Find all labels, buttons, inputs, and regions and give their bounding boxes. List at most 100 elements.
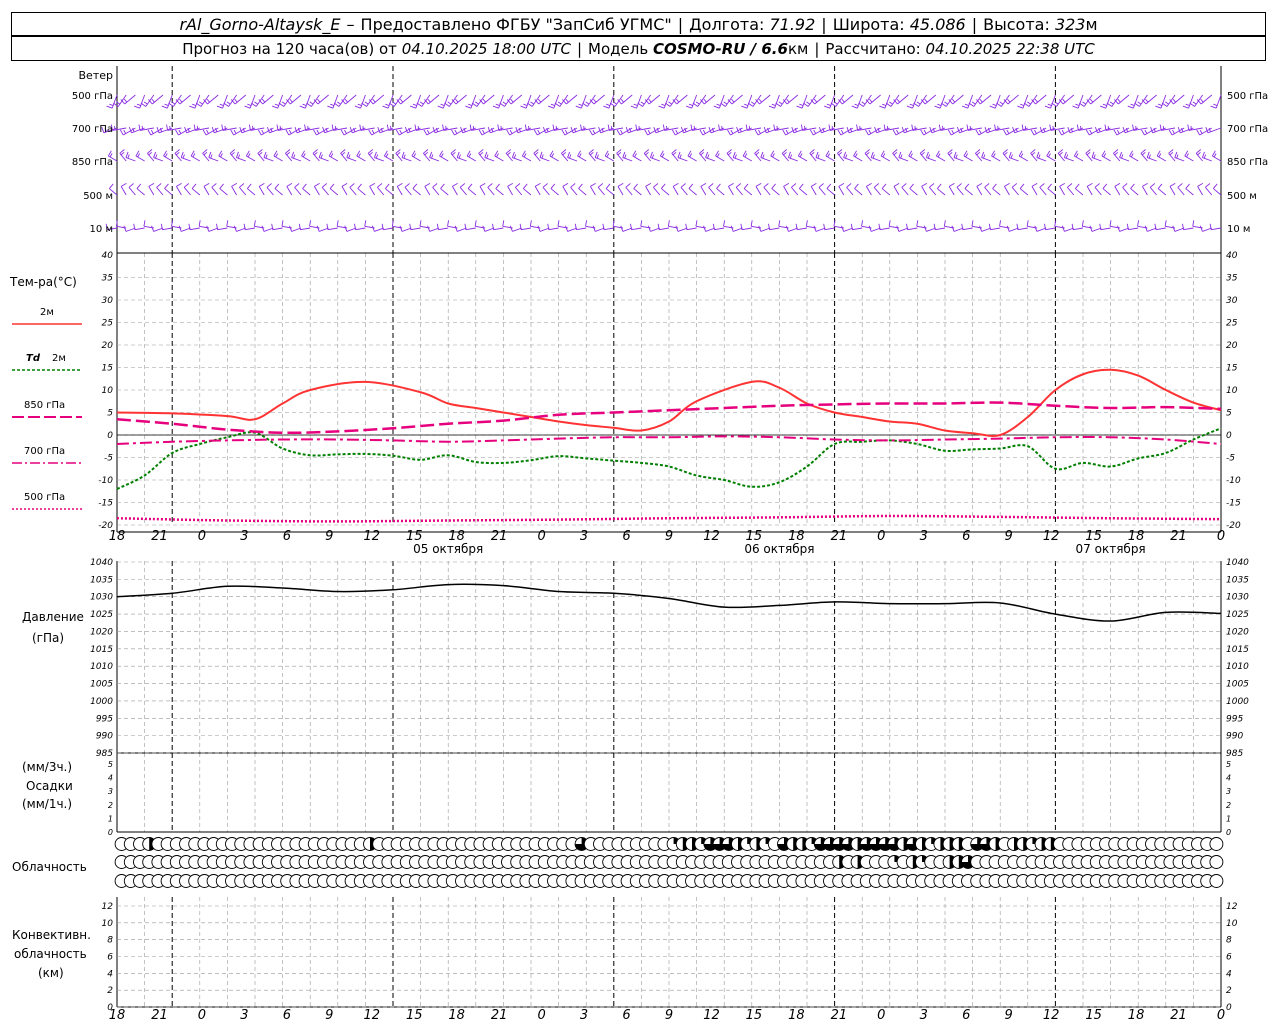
wind-barb-feather: [1192, 220, 1195, 227]
wind-barb-staff: [1091, 227, 1102, 232]
wind-barb-staff: [1059, 186, 1065, 196]
wind-barb-staff: [898, 227, 909, 232]
wind-barb: [427, 225, 440, 232]
wind-barb-feather: [925, 151, 929, 158]
wind-barb-staff: [1200, 94, 1213, 105]
wind-barb: [906, 94, 918, 109]
wind-barb-staff: [1132, 94, 1139, 109]
wind-barb-feather: [730, 129, 734, 134]
precip-unit-3h: (мм/3ч.): [22, 760, 72, 774]
wind-barb-staff: [452, 186, 458, 196]
wind-barb-feather: [424, 151, 429, 156]
wind-barb-feather: [953, 151, 957, 158]
wind-barb: [191, 183, 201, 196]
wind-barb: [838, 182, 845, 196]
wind-barb-feather: [192, 103, 197, 106]
wind-barb-feather: [741, 105, 748, 109]
wind-barb-staff: [561, 153, 569, 162]
wind-barb-feather: [713, 105, 720, 109]
conv-ytick-left: 2: [107, 986, 113, 996]
wind-barb: [1019, 183, 1029, 196]
wind-barb-staff: [1022, 94, 1029, 109]
wind-barb-feather: [337, 101, 341, 105]
wind-barb: [864, 149, 872, 162]
wind-barb: [919, 149, 927, 162]
wind-barb: [1091, 151, 1102, 162]
temp-ytick-left: 15: [102, 364, 114, 374]
wind-barb-feather: [787, 151, 791, 158]
wind-barb-staff: [984, 187, 992, 196]
title-sep-3: |: [971, 14, 978, 34]
wind-barb-staff: [948, 186, 955, 196]
wind-barb-feather: [180, 151, 184, 158]
hour-label-bottom: 6: [622, 1008, 630, 1023]
wind-barb-staff: [1002, 153, 1010, 162]
wind-barb-feather: [106, 105, 113, 109]
wind-barb: [964, 183, 973, 196]
wind-barb-feather: [817, 154, 820, 159]
wind-barb-feather: [810, 182, 817, 187]
wind-barb-staff: [487, 187, 495, 196]
wind-barb: [1130, 183, 1139, 196]
wind-barb-feather: [250, 102, 257, 107]
wind-barb-staff: [479, 186, 486, 196]
wind-barb-staff: [304, 94, 311, 109]
wind-barb-staff: [824, 227, 835, 231]
wind-barb-staff: [892, 153, 900, 162]
wind-barb-staff: [1050, 94, 1056, 109]
wind-barb: [813, 225, 826, 232]
wind-barb-staff: [981, 227, 992, 232]
wind-barb-feather: [649, 151, 653, 158]
wind-barb-staff: [1009, 227, 1019, 232]
wind-barb: [465, 94, 477, 109]
wind-barb-feather: [1116, 129, 1120, 134]
wind-barb-feather: [357, 183, 362, 189]
wind-barb-feather: [716, 153, 720, 158]
wind-barb-feather: [1122, 183, 1128, 188]
wind-barb-staff: [677, 227, 688, 232]
wind-barb-staff: [1212, 155, 1222, 162]
wind-barb-feather: [593, 98, 597, 103]
wind-barb-staff: [898, 157, 909, 162]
wind-barb-staff: [1031, 186, 1038, 196]
wind-barb: [712, 223, 725, 231]
wind-barb-staff: [467, 188, 477, 196]
wind-barb-staff: [1202, 157, 1212, 162]
wind-barb-staff: [374, 157, 384, 162]
wind-barb-staff: [771, 188, 780, 196]
wind-barb-feather: [1149, 183, 1156, 188]
wind-barb: [686, 94, 698, 109]
wind-barb-staff: [356, 155, 366, 162]
wind-barb-feather: [879, 105, 886, 109]
wind-barb-staff: [1149, 187, 1157, 196]
wind-barb: [850, 223, 863, 231]
wind-barb-feather: [447, 101, 452, 105]
wind-barb: [328, 150, 339, 162]
wind-barb: [188, 223, 200, 231]
wind-barb: [1140, 149, 1148, 162]
wind-barb-staff: [879, 227, 890, 231]
wind-barb-feather: [723, 220, 726, 227]
wind-barb-feather: [164, 183, 169, 189]
pres-ytick-left: 990: [96, 732, 113, 742]
wind-barb: [203, 182, 210, 196]
wind-barb-staff: [404, 187, 412, 196]
wind-barb-staff: [181, 157, 191, 162]
wind-barb: [492, 94, 504, 109]
wind-barb-feather: [346, 151, 350, 158]
wind-barb-staff: [1086, 186, 1093, 196]
wind-barb-staff: [1046, 155, 1056, 162]
wind-barb: [547, 223, 559, 231]
hour-label-mid: 12: [363, 529, 380, 544]
wind-barb: [318, 151, 329, 162]
wind-barb-staff: [1036, 227, 1047, 232]
wind-barb-feather: [609, 102, 616, 107]
wind-barb-feather: [134, 105, 140, 109]
wind-barb-feather: [1034, 129, 1037, 134]
wind-barb-feather: [109, 103, 114, 106]
wind-barb-staff: [1102, 188, 1111, 196]
wind-barb: [1197, 182, 1204, 196]
wind-barb-feather: [1051, 102, 1057, 107]
wind-barb-feather: [147, 129, 152, 136]
pres-ytick-left: 1000: [90, 697, 113, 707]
